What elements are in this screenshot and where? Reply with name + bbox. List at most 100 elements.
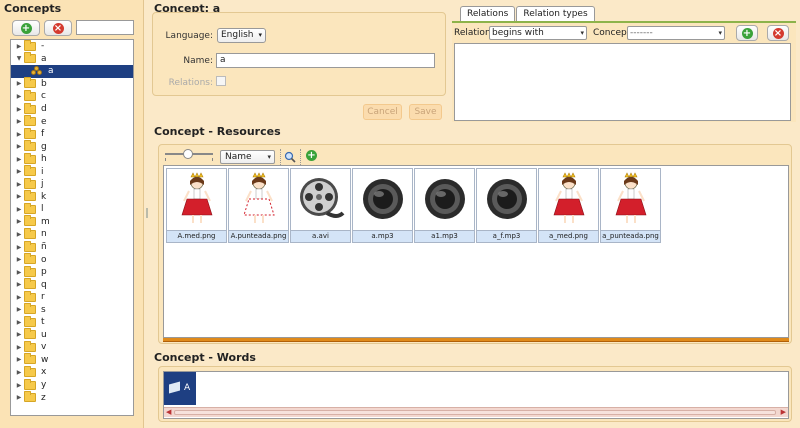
folder-icon [24,40,36,51]
tree-folder-item[interactable]: ▶ q [11,278,133,291]
slider-thumb[interactable] [183,149,193,159]
words-list[interactable]: A ◀ ▶ [163,371,789,419]
tab-relation-types[interactable]: Relation types [516,6,595,21]
relations-checkbox[interactable] [216,76,226,86]
word-card[interactable]: A [164,372,196,405]
tree-folder-item[interactable]: ▶ x [11,365,133,379]
tree-folder-item[interactable]: ▶ o [11,253,133,266]
scroll-right-icon[interactable]: ▶ [781,408,786,416]
chevron-right-icon[interactable]: ▶ [14,294,24,301]
tree-concept-item[interactable]: a [11,65,133,78]
speaker-icon [415,169,474,229]
name-field[interactable]: a [216,53,435,68]
concepts-tree[interactable]: ▶ - ▼ a a ▶ b ▶ c ▶ d ▶ e ▶ f ▶ g ▶ h ▶ i ▶ j ▶ k ▶ l ▶ m ▶ n ▶ ñ ▶ o ▶ p ▶ q ▶… [10,39,134,416]
chevron-right-icon[interactable]: ▶ [14,93,24,100]
resource-tile[interactable]: a_punteada.png [600,168,661,243]
remove-concept-button[interactable]: × [44,20,72,36]
search-icon[interactable] [284,151,296,163]
tree-folder-item[interactable]: ▶ w [11,353,133,367]
tree-folder-item[interactable]: ▶ p [11,265,133,279]
chevron-right-icon[interactable]: ▶ [14,43,24,50]
chevron-right-icon[interactable]: ▶ [14,244,24,251]
resource-tile[interactable]: a.mp3 [352,168,413,243]
relation-select[interactable]: begins with ▾ [489,26,587,40]
tree-folder-item[interactable]: ▶ ñ [11,240,133,254]
chevron-right-icon[interactable]: ▶ [14,356,24,363]
chevron-right-icon[interactable]: ▶ [14,80,24,87]
chevron-right-icon[interactable]: ▶ [14,306,24,313]
chevron-right-icon[interactable]: ▶ [14,206,24,213]
chevron-right-icon[interactable]: ▶ [14,382,24,389]
zoom-slider[interactable] [165,149,213,161]
tree-folder-item[interactable]: ▼ a [11,52,133,66]
chevron-right-icon[interactable]: ▶ [14,319,24,326]
chevron-right-icon[interactable]: ▶ [14,281,24,288]
tree-folder-item[interactable]: ▶ n [11,227,133,241]
tree-search-input[interactable] [76,20,134,35]
chevron-right-icon[interactable]: ▶ [14,344,24,351]
resource-filename: a_med.png [539,230,598,242]
tab-relations[interactable]: Relations [460,6,516,21]
horizontal-scrollbar[interactable]: ◀ ▶ [164,407,788,417]
tree-folder-item[interactable]: ▶ z [11,391,133,404]
add-relation-button[interactable]: + [736,25,758,41]
resource-tile[interactable]: A.punteada.png [228,168,289,243]
scroll-left-icon[interactable]: ◀ [166,408,171,416]
chevron-right-icon[interactable]: ▶ [14,331,24,338]
tree-folder-item[interactable]: ▶ u [11,328,133,342]
resource-tile[interactable]: a.avi [290,168,351,243]
tree-folder-item[interactable]: ▶ b [11,77,133,91]
relations-list[interactable] [454,43,791,121]
remove-relation-button[interactable]: × [767,25,789,41]
tree-folder-item[interactable]: ▶ d [11,102,133,116]
tree-folder-item[interactable]: ▶ k [11,190,133,204]
tree-folder-item[interactable]: ▶ y [11,378,133,392]
chevron-down-icon[interactable]: ▼ [14,55,24,62]
chevron-right-icon[interactable]: ▶ [14,193,24,200]
splitter-grip-icon[interactable] [146,208,148,218]
tree-folder-item[interactable]: ▶ e [11,115,133,128]
cancel-button[interactable]: Cancel [363,104,402,120]
resource-tile[interactable]: a_med.png [538,168,599,243]
chevron-right-icon[interactable]: ▶ [14,131,24,138]
chevron-right-icon[interactable]: ▶ [14,231,24,238]
add-resource-icon[interactable]: + [306,150,317,161]
tree-folder-item[interactable]: ▶ - [11,40,133,53]
tree-item-label: a [41,53,47,64]
scroll-thumb[interactable] [174,410,776,415]
chevron-right-icon[interactable]: ▶ [14,118,24,125]
tree-folder-item[interactable]: ▶ l [11,202,133,216]
chevron-right-icon[interactable]: ▶ [14,269,24,276]
resource-tile[interactable]: a_f.mp3 [476,168,537,243]
chevron-right-icon[interactable]: ▶ [14,218,24,225]
chevron-right-icon[interactable]: ▶ [14,394,24,401]
tree-folder-item[interactable]: ▶ g [11,140,133,153]
relations-label: Relations: [168,78,213,88]
chevron-right-icon[interactable]: ▶ [14,168,24,175]
language-select[interactable]: English ▾ [217,28,266,43]
resources-grid[interactable]: A.med.png A.punteada.png a.avi a.mp3 a1.… [163,165,789,338]
concept-select[interactable]: ------- ▾ [627,26,725,40]
resource-tile[interactable]: A.med.png [166,168,227,243]
tree-folder-item[interactable]: ▶ t [11,315,133,329]
tree-folder-item[interactable]: ▶ c [11,89,133,103]
tree-folder-item[interactable]: ▶ j [11,177,133,191]
chevron-right-icon[interactable]: ▶ [14,256,24,263]
tree-folder-item[interactable]: ▶ f [11,127,133,141]
add-concept-button[interactable]: + [12,20,40,36]
tree-folder-item[interactable]: ▶ r [11,290,133,304]
chevron-right-icon[interactable]: ▶ [14,143,24,150]
chevron-right-icon[interactable]: ▶ [14,181,24,188]
chevron-right-icon[interactable]: ▶ [14,369,24,376]
resource-tile[interactable]: a1.mp3 [414,168,475,243]
tree-folder-item[interactable]: ▶ s [11,303,133,316]
sort-select[interactable]: Name ▾ [220,150,275,164]
save-button[interactable]: Save [409,104,442,120]
tree-folder-item[interactable]: ▶ i [11,165,133,178]
chevron-right-icon[interactable]: ▶ [14,156,24,163]
chevron-right-icon[interactable]: ▶ [14,106,24,113]
tree-folder-item[interactable]: ▶ h [11,152,133,166]
tree-folder-item[interactable]: ▶ m [11,215,133,229]
tree-folder-item[interactable]: ▶ v [11,340,133,354]
chevron-down-icon: ▾ [718,29,722,37]
